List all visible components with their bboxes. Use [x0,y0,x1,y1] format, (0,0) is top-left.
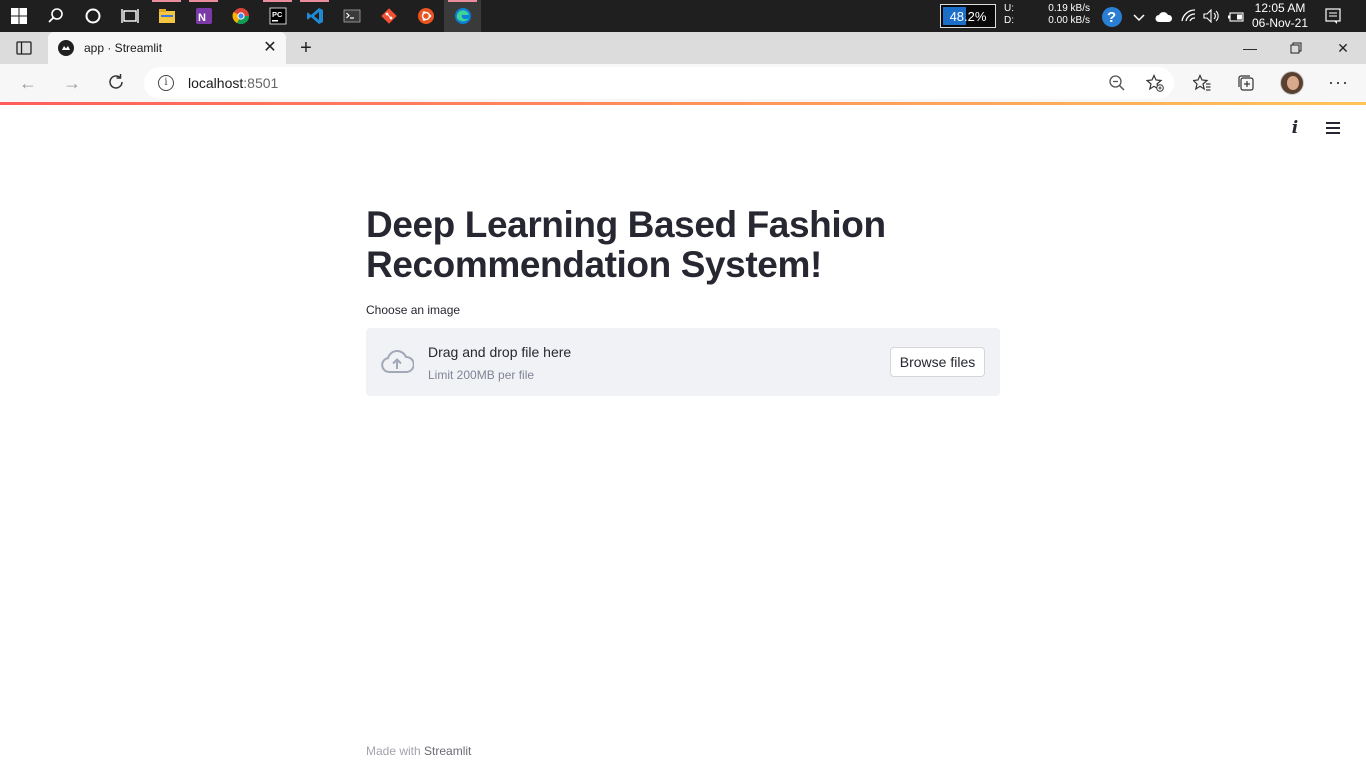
forward-icon[interactable]: → [62,73,82,93]
upload-label: U: [1004,3,1014,14]
download-label: D: [1004,15,1014,26]
browse-files-button[interactable]: Browse files [890,347,985,377]
notifications-icon[interactable] [1325,8,1341,29]
net-speeds: 0.19 kB/s 0.00 kB/s [1040,3,1090,27]
cloud-upload-icon [380,348,415,376]
onedrive-icon[interactable] [1155,10,1173,28]
battery-percent: 48.2% [949,8,987,24]
wifi-icon[interactable] [1181,9,1197,28]
minimize-icon[interactable]: — [1240,38,1260,58]
task-view-icon[interactable] [111,0,148,32]
more-options-icon[interactable]: ··· [1328,72,1349,93]
zoom-out-icon[interactable] [1108,74,1126,92]
back-icon[interactable]: ← [18,73,38,93]
address-bar[interactable]: i localhost:8501 [144,67,1174,99]
browser-toolbar: ← → i localhost:8501 ··· [0,64,1366,102]
footer-prefix: Made with [366,744,421,758]
battery-tray-icon[interactable] [1227,10,1245,28]
url-port: :8501 [243,75,279,91]
chrome-icon[interactable] [222,0,259,32]
footer: Made with Streamlit [366,744,471,758]
dropzone-limit: Limit 200MB per file [428,368,535,382]
close-window-icon[interactable]: ✕ [1333,38,1353,58]
tab-actions-icon[interactable] [16,40,32,56]
onenote-icon[interactable]: N [185,0,222,32]
chevron-up-icon[interactable] [1133,10,1145,28]
uploader-label: Choose an image [366,303,461,317]
battery-indicator: 48.2% [940,4,996,28]
edge-icon[interactable] [444,0,481,32]
dropzone-instructions: Drag and drop file here [428,344,572,360]
download-speed: 0.00 kB/s [1048,15,1090,26]
windows-taskbar: N PC 48.2% U: D: 0.19 kB/s 0.00 kB/s ? 1… [0,0,1366,32]
svg-text:?: ? [1107,9,1116,26]
cortana-icon[interactable] [74,0,111,32]
page-title: Deep Learning Based Fashion Recommendati… [366,204,886,285]
volume-icon[interactable] [1203,8,1221,28]
add-favorite-icon[interactable] [1145,74,1164,92]
browser-tab-strip: app · Streamlit ✕ + — ✕ [0,32,1366,64]
tab-title: app · Streamlit [84,41,163,55]
restore-icon[interactable] [1286,38,1306,58]
terminal-icon[interactable] [333,0,370,32]
net-labels: U: D: [1004,3,1014,27]
favorites-icon[interactable] [1192,74,1211,92]
pycharm-icon[interactable]: PC [259,0,296,32]
svg-text:PC: PC [272,10,283,19]
streamlit-decoration-bar [0,102,1366,105]
search-icon[interactable] [37,0,74,32]
help-icon[interactable]: ? [1101,6,1123,33]
clock-time: 12:05 AM [1254,1,1306,15]
windows-start-icon[interactable] [0,0,37,32]
refresh-icon[interactable] [106,73,126,93]
svg-text:N: N [198,12,206,24]
profile-avatar[interactable] [1280,71,1304,95]
footer-streamlit-link[interactable]: Streamlit [424,744,471,758]
new-tab-icon[interactable]: + [296,38,316,58]
file-dropzone[interactable]: Drag and drop file here Limit 200MB per … [366,328,1000,396]
close-tab-icon[interactable]: ✕ [262,40,278,56]
ubuntu-icon[interactable] [407,0,444,32]
url-text[interactable]: localhost:8501 [188,75,278,91]
hamburger-menu-icon[interactable] [1326,122,1340,134]
site-info-icon[interactable]: i [158,75,174,91]
url-host: localhost [188,75,244,91]
upload-speed: 0.19 kB/s [1048,3,1090,14]
git-icon[interactable] [370,0,407,32]
streamlit-favicon-icon [58,40,74,56]
browser-tab-active[interactable]: app · Streamlit ✕ [48,32,286,64]
collections-icon[interactable] [1237,74,1255,92]
clock-date: 06-Nov-21 [1251,16,1309,30]
vscode-icon[interactable] [296,0,333,32]
file-explorer-icon[interactable] [148,0,185,32]
taskbar-clock[interactable]: 12:05 AM 06-Nov-21 [1248,1,1312,31]
info-icon[interactable]: i [1287,118,1303,138]
